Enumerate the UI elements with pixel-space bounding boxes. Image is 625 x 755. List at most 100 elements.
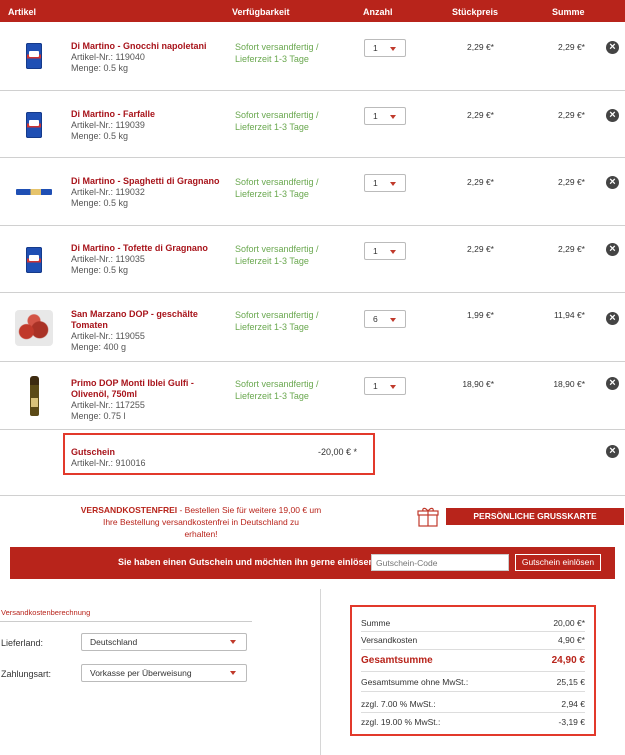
gift-card-icon[interactable] (417, 507, 439, 527)
remove-item-icon[interactable]: × (606, 312, 619, 325)
quantity-select[interactable]: 1 (364, 377, 406, 395)
item-article-number: Artikel-Nr.: 119032 (71, 187, 145, 197)
item-amount: Menge: 0.5 kg (71, 131, 129, 141)
cart-item-row: San Marzano DOP - geschälte Tomaten Arti… (0, 293, 625, 362)
remove-item-icon[interactable]: × (606, 377, 619, 390)
chevron-down-icon (390, 115, 396, 119)
chevron-down-icon (390, 250, 396, 254)
item-availability: Sofort versandfertig / Lieferzeit 1-3 Ta… (235, 109, 355, 133)
item-name-link[interactable]: Di Martino - Farfalle (71, 109, 221, 120)
country-select[interactable]: Deutschland (81, 633, 247, 651)
cart-item-row: Di Martino - Farfalle Artikel-Nr.: 11903… (0, 91, 625, 158)
remove-item-icon[interactable]: × (606, 109, 619, 122)
item-name-link[interactable]: San Marzano DOP - geschälte Tomaten (71, 309, 221, 331)
item-article-number: Artikel-Nr.: 119055 (71, 331, 145, 341)
cart-item-row: Di Martino - Spaghetti di Gragnano Artik… (0, 158, 625, 226)
net-total-label: Gesamtsumme ohne MwSt.: (361, 677, 469, 687)
quantity-value: 1 (373, 178, 378, 188)
add-gift-card-button[interactable]: PERSÖNLICHE GRUSSKARTE HINZUFÜGEN (446, 508, 624, 538)
item-name-link[interactable]: Di Martino - Gnocchi napoletani (71, 41, 221, 52)
remove-item-icon[interactable]: × (606, 41, 619, 54)
totals-divider (361, 671, 585, 672)
item-article-number: Artikel-Nr.: 119035 (71, 254, 145, 264)
remove-voucher-icon[interactable]: × (606, 445, 619, 458)
item-name-line-2: Olivenöl, 750ml (71, 389, 138, 399)
vat19-value: -3,19 € (558, 717, 585, 727)
header-article: Artikel (8, 7, 37, 17)
quantity-select[interactable]: 1 (364, 174, 406, 192)
free-shipping-text-3: erhalten! (184, 529, 218, 539)
quantity-select[interactable]: 1 (364, 107, 406, 125)
voucher-amount: -20,00 € * (318, 447, 358, 457)
item-sum: 2,29 €* (558, 42, 585, 52)
vat19-label: zzgl. 19.00 % MwSt.: (361, 717, 441, 727)
item-unit-price: 18,90 €* (462, 379, 494, 389)
chevron-down-icon (390, 385, 396, 389)
quantity-value: 1 (373, 43, 378, 53)
payment-value: Vorkasse per Überweisung (90, 668, 192, 678)
free-shipping-notice: VERSANDKOSTENFREI - Bestellen Sie für we… (70, 504, 332, 540)
item-name-line-1: Primo DOP Monti Iblei Gulfi - (71, 378, 194, 388)
item-unit-price: 2,29 €* (467, 110, 494, 120)
chevron-down-icon (390, 182, 396, 186)
item-name-link[interactable]: Primo DOP Monti Iblei Gulfi - Olivenöl, … (71, 378, 221, 400)
quantity-select[interactable]: 1 (364, 39, 406, 57)
tomato-tin-icon[interactable] (12, 306, 56, 350)
shipping-calc-divider (0, 621, 252, 622)
availability-line-1: Sofort versandfertig / (235, 244, 319, 254)
item-amount: Menge: 0.5 kg (71, 63, 129, 73)
cart-item-row: Di Martino - Tofette di Gragnano Artikel… (0, 226, 625, 293)
remove-item-icon[interactable]: × (606, 243, 619, 256)
vat7-value: 2,94 € (561, 699, 585, 709)
pasta-pack-icon[interactable] (12, 34, 56, 78)
pasta-pack-icon[interactable] (12, 238, 56, 282)
header-sum: Summe (552, 7, 585, 17)
free-shipping-highlight: VERSANDKOSTENFREI (80, 505, 178, 515)
availability-line-2: Lieferzeit 1-3 Tage (235, 189, 309, 199)
item-unit-price: 2,29 €* (467, 177, 494, 187)
spaghetti-pack-icon[interactable] (12, 170, 56, 214)
remove-item-icon[interactable]: × (606, 176, 619, 189)
availability-line-1: Sofort versandfertig / (235, 177, 319, 187)
cart-item-row: Di Martino - Gnocchi napoletani Artikel-… (0, 22, 625, 91)
shipping-label: Versandkosten (361, 635, 418, 645)
header-quantity: Anzahl (363, 7, 393, 17)
availability-line-2: Lieferzeit 1-3 Tage (235, 54, 309, 64)
payment-select[interactable]: Vorkasse per Überweisung (81, 664, 247, 682)
redeem-voucher-button[interactable]: Gutschein einlösen (515, 554, 601, 571)
availability-line-2: Lieferzeit 1-3 Tage (235, 322, 309, 332)
quantity-select[interactable]: 1 (364, 242, 406, 260)
item-sum: 2,29 €* (558, 177, 585, 187)
item-availability: Sofort versandfertig / Lieferzeit 1-3 Ta… (235, 378, 355, 402)
quantity-value: 1 (373, 381, 378, 391)
item-availability: Sofort versandfertig / Lieferzeit 1-3 Ta… (235, 243, 355, 267)
country-label: Lieferland: (1, 638, 44, 648)
payment-label: Zahlungsart: (1, 669, 52, 679)
chevron-down-icon (390, 47, 396, 51)
item-article-number: Artikel-Nr.: 117255 (71, 400, 145, 410)
banner-notch-left (0, 547, 10, 579)
totals-divider (361, 631, 585, 632)
item-name-link[interactable]: Di Martino - Spaghetti di Gragnano (71, 176, 221, 187)
shipping-value: 4,90 €* (558, 635, 585, 645)
availability-line-1: Sofort versandfertig / (235, 310, 319, 320)
item-unit-price: 2,29 €* (467, 42, 494, 52)
header-unit-price: Stückpreis (452, 7, 499, 17)
pasta-pack-icon[interactable] (12, 103, 56, 147)
item-name-link[interactable]: Di Martino - Tofette di Gragnano (71, 243, 221, 254)
item-sum: 2,29 €* (558, 244, 585, 254)
grand-total-value: 24,90 € (551, 655, 585, 666)
quantity-select[interactable]: 6 (364, 310, 406, 328)
quantity-value: 1 (373, 111, 378, 121)
voucher-code-input[interactable] (371, 554, 509, 571)
item-unit-price: 1,99 €* (467, 310, 494, 320)
item-amount: Menge: 0.75 l (71, 411, 126, 421)
item-amount: Menge: 400 g (71, 342, 127, 352)
item-name-line-1: San Marzano DOP - geschälte (71, 309, 198, 319)
olive-oil-bottle-icon[interactable] (12, 374, 56, 418)
vat7-label: zzgl. 7.00 % MwSt.: (361, 699, 436, 709)
item-availability: Sofort versandfertig / Lieferzeit 1-3 Ta… (235, 41, 355, 65)
sum-label: Summe (361, 618, 391, 628)
totals-divider (361, 712, 585, 713)
item-article-number: Artikel-Nr.: 119039 (71, 120, 145, 130)
